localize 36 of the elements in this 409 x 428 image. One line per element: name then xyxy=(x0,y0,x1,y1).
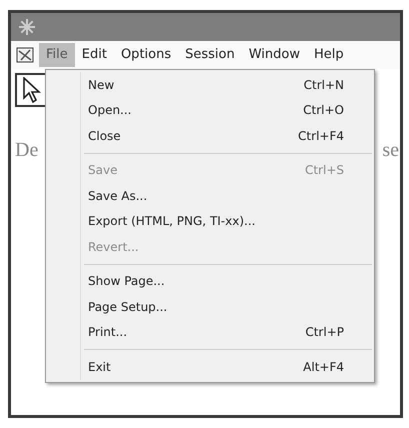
menu-item[interactable]: Save As... xyxy=(46,183,374,208)
menu-item-label: New xyxy=(88,76,114,94)
menu-item-label: Save xyxy=(88,162,118,180)
document-text: se xyxy=(382,138,399,163)
menu-item[interactable]: Show Page... xyxy=(46,268,374,294)
menu-item-label: Print... xyxy=(88,324,128,342)
shortcut-label: Ctrl+F4 xyxy=(298,128,344,145)
menu-bar-item[interactable]: Help xyxy=(307,43,351,67)
menu-bar-item[interactable]: Window xyxy=(242,43,307,67)
menu-bar-item[interactable]: Options xyxy=(114,43,178,67)
menu-item-label: Export (HTML, PNG, TI-xx)... xyxy=(88,213,256,230)
app-icon xyxy=(19,19,35,35)
menu-bar-item[interactable]: Edit xyxy=(74,43,114,67)
menu-item-label: Page Setup... xyxy=(88,298,168,316)
system-menu-icon[interactable] xyxy=(15,46,35,64)
shortcut-label: Ctrl+N xyxy=(304,76,344,94)
menu-item-label: Save As... xyxy=(88,188,148,205)
shortcut-label: Ctrl+S xyxy=(304,162,344,180)
menu-item[interactable]: Export (HTML, PNG, TI-xx)... xyxy=(46,208,374,234)
menu-item-label: Show Page... xyxy=(88,273,165,290)
shortcut-label: Ctrl+O xyxy=(303,102,344,120)
menu-item[interactable]: New Ctrl+N xyxy=(46,72,374,98)
menu-bar-item[interactable]: Session xyxy=(178,43,242,67)
menu-bar-item[interactable]: File xyxy=(39,43,75,67)
menu-item[interactable]: Print... Ctrl+P xyxy=(46,320,374,345)
menu-item[interactable]: Close Ctrl+F4 xyxy=(46,123,374,148)
menu-item-label: Open... xyxy=(88,102,132,120)
menu-item-label: Revert... xyxy=(88,238,139,256)
document-text: De xyxy=(15,138,38,163)
shortcut-label: Alt+F4 xyxy=(303,358,344,376)
menu-item[interactable]: Open... Ctrl+O xyxy=(46,98,374,123)
menu-item[interactable]: Page Setup... xyxy=(46,294,374,320)
menu-item-label: Exit xyxy=(88,358,111,376)
menu-item[interactable]: Exit Alt+F4 xyxy=(46,354,374,380)
menu-item-label: Close xyxy=(88,128,121,145)
shortcut-label: Ctrl+P xyxy=(305,324,344,342)
